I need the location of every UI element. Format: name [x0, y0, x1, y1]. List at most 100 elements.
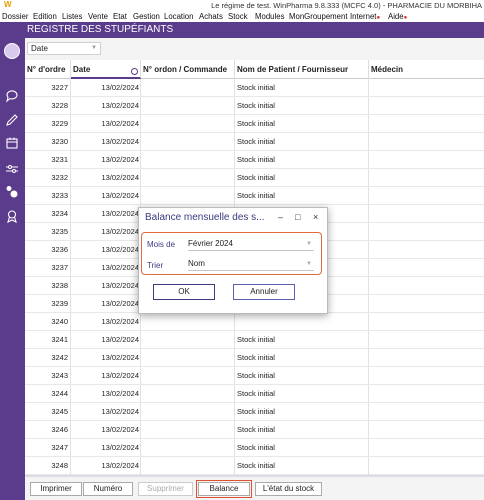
- menu-gestion[interactable]: Gestion: [133, 11, 160, 22]
- ok-button[interactable]: OK: [153, 284, 215, 300]
- window-titlebar: W Le régime de test. WinPharma 9.8.333 (…: [0, 0, 484, 11]
- table-row[interactable]: 3230 13/02/2024 Stock initial: [25, 133, 484, 151]
- sort-indicator-icon: [131, 68, 138, 75]
- table-row[interactable]: 3242 13/02/2024 Stock initial: [25, 349, 484, 367]
- table-row[interactable]: 3232 13/02/2024 Stock initial: [25, 169, 484, 187]
- cell-date: 13/02/2024: [101, 335, 139, 344]
- cell-date: 13/02/2024: [101, 245, 139, 254]
- chat-icon[interactable]: [5, 89, 19, 103]
- cell-date: 13/02/2024: [101, 299, 139, 308]
- cell-date: 13/02/2024: [101, 173, 139, 182]
- pencil-icon[interactable]: [5, 113, 19, 127]
- cell-ordre: 3243: [51, 371, 68, 380]
- table-row[interactable]: 3227 13/02/2024 Stock initial: [25, 79, 484, 97]
- cell-date: 13/02/2024: [101, 83, 139, 92]
- cell-ordre: 3237: [51, 263, 68, 272]
- calendar-icon[interactable]: [5, 136, 19, 150]
- sort-select-value: Date: [31, 44, 48, 53]
- cell-patient: Stock initial: [237, 335, 275, 344]
- column-header-patient[interactable]: Nom de Patient / Fournisseur: [235, 60, 369, 79]
- column-header-date[interactable]: Date: [71, 60, 141, 79]
- table-row[interactable]: 3229 13/02/2024 Stock initial: [25, 115, 484, 133]
- close-icon[interactable]: ×: [313, 212, 318, 222]
- menu-vente[interactable]: Vente: [88, 11, 108, 22]
- cell-date: 13/02/2024: [101, 407, 139, 416]
- column-header-commande[interactable]: N° ordon / Commande: [141, 60, 235, 79]
- cell-ordre: 3230: [51, 137, 68, 146]
- minimize-icon[interactable]: –: [278, 212, 283, 222]
- etat-stock-button[interactable]: L'état du stock: [255, 482, 322, 496]
- menu-location[interactable]: Location: [164, 11, 193, 22]
- cell-ordre: 3238: [51, 281, 68, 290]
- cell-date: 13/02/2024: [101, 317, 139, 326]
- table-header: N° d'ordre Date N° ordon / Commande Nom …: [25, 60, 484, 79]
- notification-dot-icon: ●: [376, 15, 381, 21]
- cell-patient: Stock initial: [237, 371, 275, 380]
- cell-patient: Stock initial: [237, 353, 275, 362]
- mois-select[interactable]: Février 2024 ▼: [188, 238, 314, 251]
- balance-dialog: Balance mensuelle des s... – □ × Mois de…: [138, 207, 328, 314]
- table-row[interactable]: 3244 13/02/2024 Stock initial: [25, 385, 484, 403]
- cell-date: 13/02/2024: [101, 101, 139, 110]
- mois-select-value: Février 2024: [188, 239, 233, 248]
- supprimer-button[interactable]: Supprimer: [138, 482, 193, 496]
- table-row[interactable]: 3233 13/02/2024 Stock initial: [25, 187, 484, 205]
- cell-patient: Stock initial: [237, 389, 275, 398]
- menu-modules[interactable]: Modules: [255, 11, 284, 22]
- cell-date: 13/02/2024: [101, 389, 139, 398]
- cell-ordre: 3228: [51, 101, 68, 110]
- menu-dossier[interactable]: Dossier: [2, 11, 28, 22]
- table-row[interactable]: 3247 13/02/2024 Stock initial: [25, 439, 484, 457]
- table-row[interactable]: 3231 13/02/2024 Stock initial: [25, 151, 484, 169]
- table-row[interactable]: 3240 13/02/2024: [25, 313, 484, 331]
- trier-label: Trier: [147, 261, 164, 270]
- table-row[interactable]: 3241 13/02/2024 Stock initial: [25, 331, 484, 349]
- column-header-medecin[interactable]: Médecin: [369, 60, 484, 79]
- cell-ordre: 3240: [51, 317, 68, 326]
- cell-patient: Stock initial: [237, 119, 275, 128]
- badge-icon[interactable]: [5, 209, 19, 224]
- table-row[interactable]: 3243 13/02/2024 Stock initial: [25, 367, 484, 385]
- menu-internet-label: Internet: [350, 12, 377, 21]
- menu-achats[interactable]: Achats: [199, 11, 223, 22]
- numero-button[interactable]: Numéro: [83, 482, 133, 496]
- balance-button[interactable]: Balance: [196, 480, 252, 498]
- chevron-down-icon: ▼: [91, 45, 97, 51]
- column-header-ordre[interactable]: N° d'ordre: [25, 60, 71, 79]
- menu-mongroupement[interactable]: MonGroupement: [289, 11, 348, 22]
- menu-edition[interactable]: Edition: [33, 11, 57, 22]
- menu-stock[interactable]: Stock: [228, 11, 248, 22]
- cell-date: 13/02/2024: [101, 119, 139, 128]
- table-row[interactable]: 3248 13/02/2024 Stock initial: [25, 457, 484, 475]
- menu-listes[interactable]: Listes: [62, 11, 82, 22]
- cell-ordre: 3244: [51, 389, 68, 398]
- cell-date: 13/02/2024: [101, 263, 139, 272]
- table-row[interactable]: 3228 13/02/2024 Stock initial: [25, 97, 484, 115]
- left-sidebar: [0, 22, 25, 500]
- cell-date: 13/02/2024: [101, 425, 139, 434]
- user-avatar[interactable]: [4, 43, 20, 59]
- dialog-title: Balance mensuelle des s...: [145, 212, 265, 223]
- imprimer-button[interactable]: Imprimer: [30, 482, 82, 496]
- annuler-button[interactable]: Annuler: [233, 284, 295, 300]
- table-row[interactable]: 3245 13/02/2024 Stock initial: [25, 403, 484, 421]
- winpharma-logo-icon: W: [4, 0, 12, 9]
- cell-date: 13/02/2024: [101, 443, 139, 452]
- footer-toolbar: Imprimer Numéro Supprimer Balance L'état…: [25, 476, 484, 500]
- cell-date: 13/02/2024: [101, 353, 139, 362]
- cell-ordre: 3235: [51, 227, 68, 236]
- trier-select[interactable]: Nom ▼: [188, 258, 314, 271]
- cell-date: 13/02/2024: [101, 461, 139, 470]
- menu-aide-label: Aide: [388, 12, 404, 21]
- sort-select[interactable]: Date ▼: [27, 42, 101, 55]
- sliders-icon[interactable]: [5, 162, 19, 176]
- people-icon[interactable]: [5, 185, 19, 199]
- maximize-icon[interactable]: □: [295, 212, 300, 222]
- menu-bar: Dossier Edition Listes Vente Etat Gestio…: [0, 11, 484, 22]
- cell-ordre: 3246: [51, 425, 68, 434]
- cell-patient: Stock initial: [237, 191, 275, 200]
- table-row[interactable]: 3246 13/02/2024 Stock initial: [25, 421, 484, 439]
- column-header-date-label: Date: [73, 65, 91, 74]
- menu-etat[interactable]: Etat: [113, 11, 127, 22]
- cell-patient: Stock initial: [237, 173, 275, 182]
